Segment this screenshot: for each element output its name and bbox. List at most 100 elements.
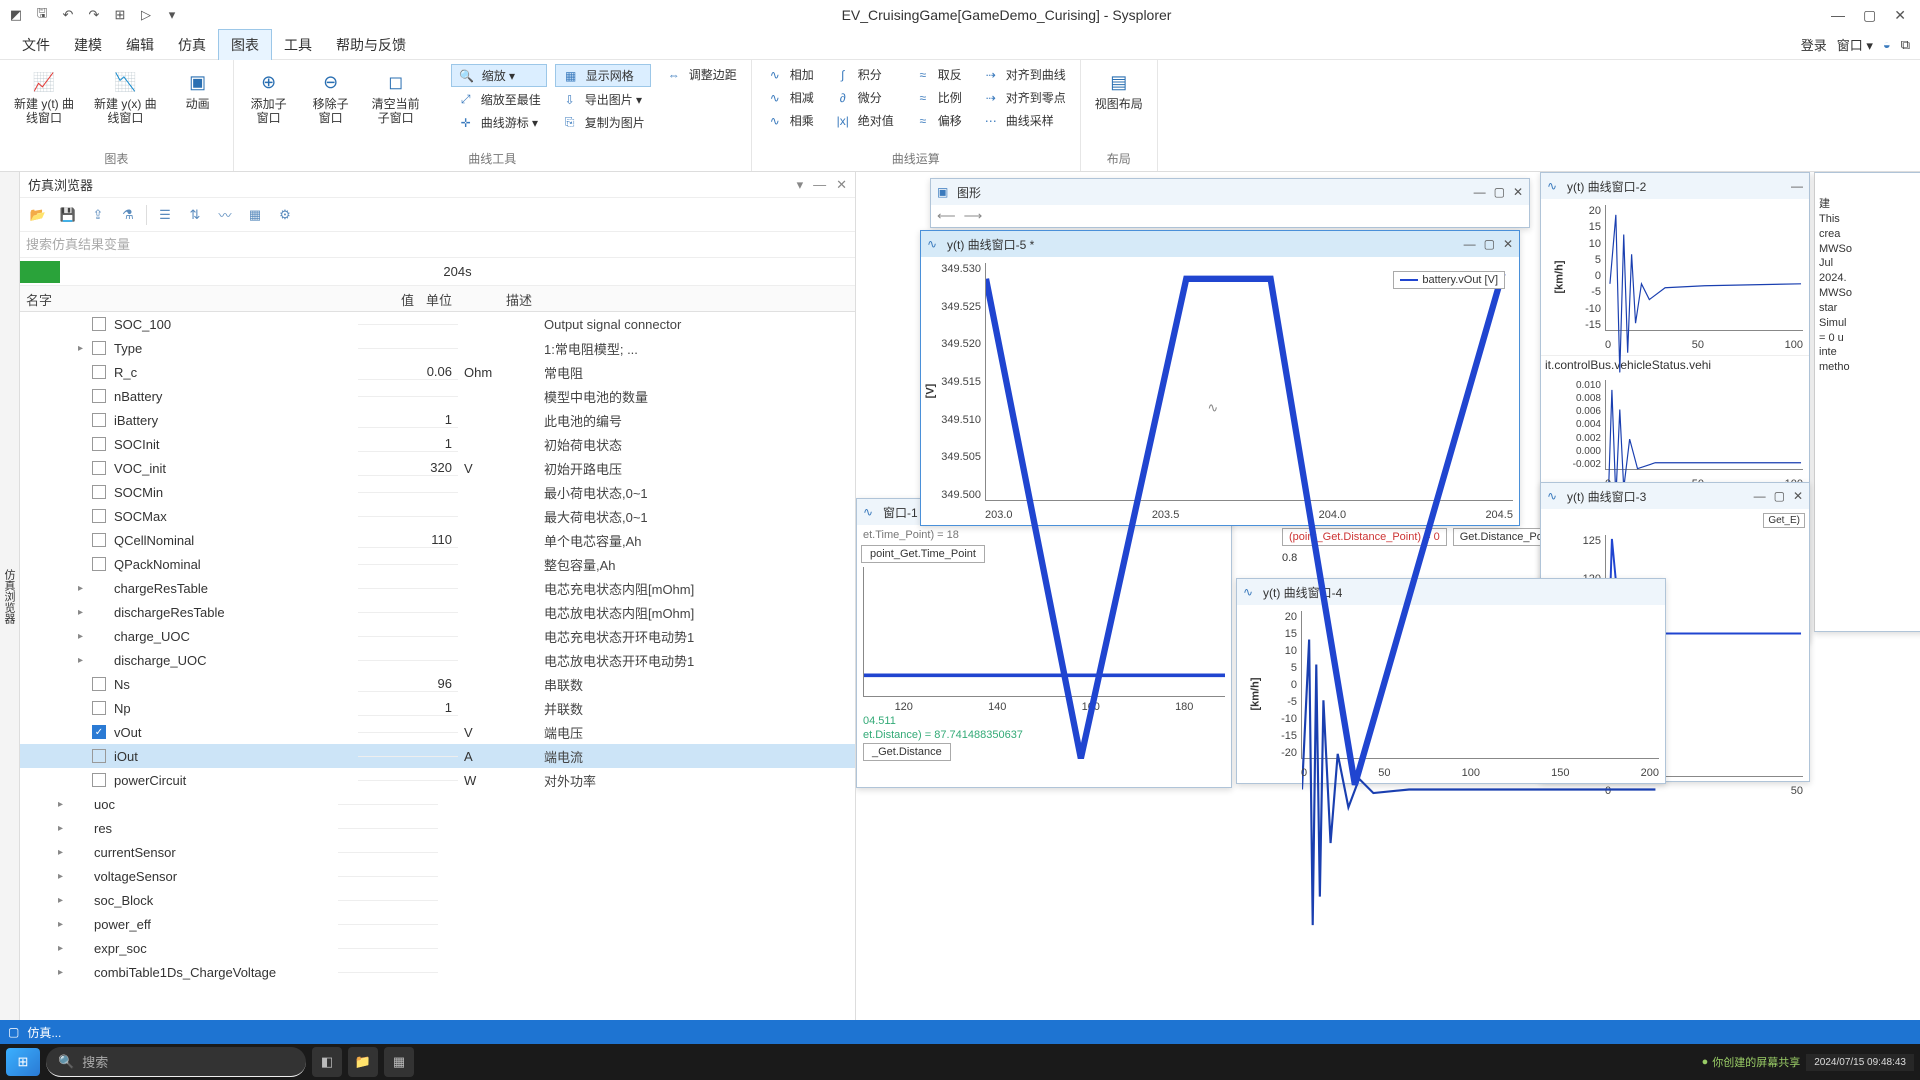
nav-fwd-icon[interactable]: ⟶ xyxy=(964,208,983,224)
op-integral[interactable]: ∫积分 xyxy=(828,64,900,85)
browser-search[interactable]: 搜索仿真结果变量 xyxy=(20,232,855,258)
close-icon[interactable]: ✕ xyxy=(1513,185,1523,199)
variable-row[interactable]: SOC_100Output signal connector xyxy=(20,312,855,336)
op-offset[interactable]: ≈偏移 xyxy=(908,110,968,131)
window-graphic[interactable]: ▣图形—▢✕ ⟵ ⟶ xyxy=(930,178,1530,228)
op-align-zero[interactable]: ⇢对齐到零点 xyxy=(976,87,1072,108)
menu-help[interactable]: 帮助与反馈 xyxy=(324,30,418,60)
start-button[interactable]: ⊞ xyxy=(6,1048,40,1076)
play-dropdown-icon[interactable]: ▾ xyxy=(162,5,182,25)
taskview-icon[interactable]: ◧ xyxy=(312,1047,342,1077)
variable-row[interactable]: ▸charge_UOC电芯充电状态开环电动势1 xyxy=(20,624,855,648)
browser-min-icon[interactable]: — xyxy=(813,177,826,193)
variable-row[interactable]: ▸uoc xyxy=(20,792,855,816)
col-desc[interactable]: 描述 xyxy=(500,286,855,311)
browser-close-icon[interactable]: ✕ xyxy=(836,177,847,193)
play-icon[interactable]: ▷ xyxy=(136,5,156,25)
redo-icon[interactable]: ↷ xyxy=(84,5,104,25)
clear-subwindow-button[interactable]: ◻清空当前 子窗口 xyxy=(366,64,426,130)
max-icon[interactable]: ▢ xyxy=(1774,489,1785,503)
tool-filter-icon[interactable]: ⚗ xyxy=(116,203,140,227)
variable-row[interactable]: ▸chargeResTable电芯充电状态内阻[mOhm] xyxy=(20,576,855,600)
plot-area[interactable]: battery.vOut [V] ∿ xyxy=(985,263,1513,501)
tool-export-icon[interactable]: ⇪ xyxy=(86,203,110,227)
min-icon[interactable]: — xyxy=(1464,237,1476,251)
show-grid-button[interactable]: ▦显示网格 xyxy=(555,64,651,87)
zoom-button[interactable]: 🔍缩放 ▾ xyxy=(451,64,547,87)
menu-edit[interactable]: 编辑 xyxy=(114,30,166,60)
col-unit[interactable]: 单位 xyxy=(420,286,500,311)
variable-row[interactable]: powerCircuitW对外功率 xyxy=(20,768,855,792)
variable-row[interactable]: ▸expr_soc xyxy=(20,936,855,960)
variable-row[interactable]: ▸Type1:常电阻模型; ... xyxy=(20,336,855,360)
variable-row[interactable]: Ns96串联数 xyxy=(20,672,855,696)
col-value[interactable]: 值 xyxy=(320,286,420,311)
menu-file[interactable]: 文件 xyxy=(10,30,62,60)
tool-chart-icon[interactable]: 〰 xyxy=(213,203,237,227)
variable-row[interactable]: ▸res xyxy=(20,816,855,840)
close-icon[interactable]: ✕ xyxy=(1894,7,1906,24)
op-abs[interactable]: |x|绝对值 xyxy=(828,110,900,131)
window-yt-5[interactable]: ∿y(t) 曲线窗口-5 *—▢✕ [V] 349.530349.525349.… xyxy=(920,230,1520,526)
min-icon[interactable]: — xyxy=(1791,179,1803,193)
variable-row[interactable]: iOutA端电流 xyxy=(20,744,855,768)
variable-row[interactable]: QPackNominal整包容量,Ah xyxy=(20,552,855,576)
variable-row[interactable]: ▸voltageSensor xyxy=(20,864,855,888)
variable-row[interactable]: iBattery1此电池的编号 xyxy=(20,408,855,432)
variable-row[interactable]: SOCInit1初始荷电状态 xyxy=(20,432,855,456)
variable-row[interactable]: nBattery模型中电池的数量 xyxy=(20,384,855,408)
login-link[interactable]: 登录 xyxy=(1801,35,1827,54)
app-icon[interactable]: ▦ xyxy=(384,1047,414,1077)
taskbar-search[interactable]: 🔍搜索 xyxy=(46,1047,306,1077)
op-scale[interactable]: ≈比例 xyxy=(908,87,968,108)
adjust-edge-button[interactable]: ⇔调整边距 xyxy=(659,64,743,85)
variable-row[interactable]: ▸discharge_UOC电芯放电状态开环电动势1 xyxy=(20,648,855,672)
remove-subwindow-button[interactable]: ⊖移除子 窗口 xyxy=(304,64,358,130)
menu-model[interactable]: 建模 xyxy=(62,30,114,60)
variable-row[interactable]: Np1并联数 xyxy=(20,696,855,720)
sidebar-tab[interactable]: 仿真浏览器 xyxy=(0,172,20,1020)
op-diff[interactable]: ∂微分 xyxy=(828,87,900,108)
export-image-button[interactable]: ⇩导出图片 ▾ xyxy=(555,89,651,110)
menu-chart[interactable]: 图表 xyxy=(218,29,272,60)
variable-row[interactable]: SOCMin最小荷电状态,0~1 xyxy=(20,480,855,504)
new-yx-window-button[interactable]: 📉新建 y(x) 曲 线窗口 xyxy=(88,64,163,130)
op-mul[interactable]: ∿相乘 xyxy=(760,110,820,131)
maximize-icon[interactable]: ▢ xyxy=(1863,7,1876,24)
tool-open-icon[interactable]: 📂 xyxy=(26,203,50,227)
save-icon[interactable]: 🖫 xyxy=(32,5,52,25)
op-sub[interactable]: ∿相减 xyxy=(760,87,820,108)
taskbar-clock[interactable]: 2024/07/15 09:48:43 xyxy=(1806,1054,1914,1071)
tool-settings-icon[interactable]: ⚙ xyxy=(273,203,297,227)
animation-button[interactable]: ▣动画 xyxy=(171,64,225,116)
cursor-button[interactable]: ✛曲线游标 ▾ xyxy=(451,112,547,133)
copy-image-button[interactable]: ⎘复制为图片 xyxy=(555,112,651,133)
variable-row[interactable]: ▸combiTable1Ds_ChargeVoltage xyxy=(20,960,855,984)
variable-row[interactable]: SOCMax最大荷电状态,0~1 xyxy=(20,504,855,528)
close-icon[interactable]: ✕ xyxy=(1503,237,1513,251)
minimize-icon[interactable]: — xyxy=(1831,7,1845,23)
tool-tree-icon[interactable]: ☰ xyxy=(153,203,177,227)
variable-row[interactable]: ▸power_eff xyxy=(20,912,855,936)
zoom-fit-button[interactable]: ⤢缩放至最佳 xyxy=(451,89,547,110)
variable-tree[interactable]: SOC_100Output signal connector▸Type1:常电阻… xyxy=(20,312,855,1020)
add-subwindow-button[interactable]: ⊕添加子 窗口 xyxy=(242,64,296,130)
explorer-icon[interactable]: 📁 xyxy=(348,1047,378,1077)
restore-icon[interactable]: ⧉ xyxy=(1901,37,1910,53)
col-name[interactable]: 名字 xyxy=(20,286,320,311)
undo-icon[interactable]: ↶ xyxy=(58,5,78,25)
variable-row[interactable]: R_c0.06Ohm常电阻 xyxy=(20,360,855,384)
variable-row[interactable]: QCellNominal110单个电芯容量,Ah xyxy=(20,528,855,552)
tool-table-icon[interactable]: ▦ xyxy=(243,203,267,227)
variable-row[interactable]: ▸soc_Block xyxy=(20,888,855,912)
min-icon[interactable]: — xyxy=(1474,185,1486,199)
help-icon[interactable]: ◒ xyxy=(1883,37,1891,52)
min-icon[interactable]: — xyxy=(1754,489,1766,503)
browser-menu-icon[interactable]: ▾ xyxy=(797,177,804,193)
new-yt-window-button[interactable]: 📈新建 y(t) 曲 线窗口 xyxy=(8,64,80,130)
close-icon[interactable]: ✕ xyxy=(1793,489,1803,503)
view-layout-button[interactable]: ▤视图布局 xyxy=(1089,64,1149,116)
max-icon[interactable]: ▢ xyxy=(1494,185,1505,199)
op-add[interactable]: ∿相加 xyxy=(760,64,820,85)
screencap-indicator[interactable]: ● 你创建的屏幕共享 xyxy=(1702,1054,1801,1070)
